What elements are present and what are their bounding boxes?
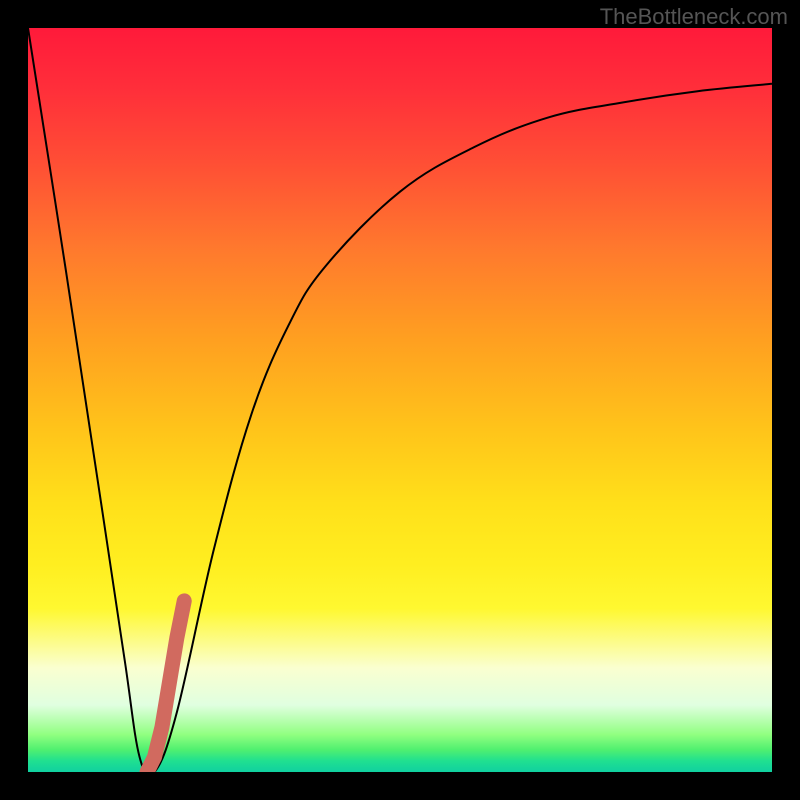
- chart-svg: [28, 28, 772, 772]
- watermark-text: TheBottleneck.com: [600, 4, 788, 30]
- chart-plot-area: [28, 28, 772, 772]
- bottleneck-curve-line: [28, 28, 772, 772]
- optimal-marker-line: [147, 601, 184, 772]
